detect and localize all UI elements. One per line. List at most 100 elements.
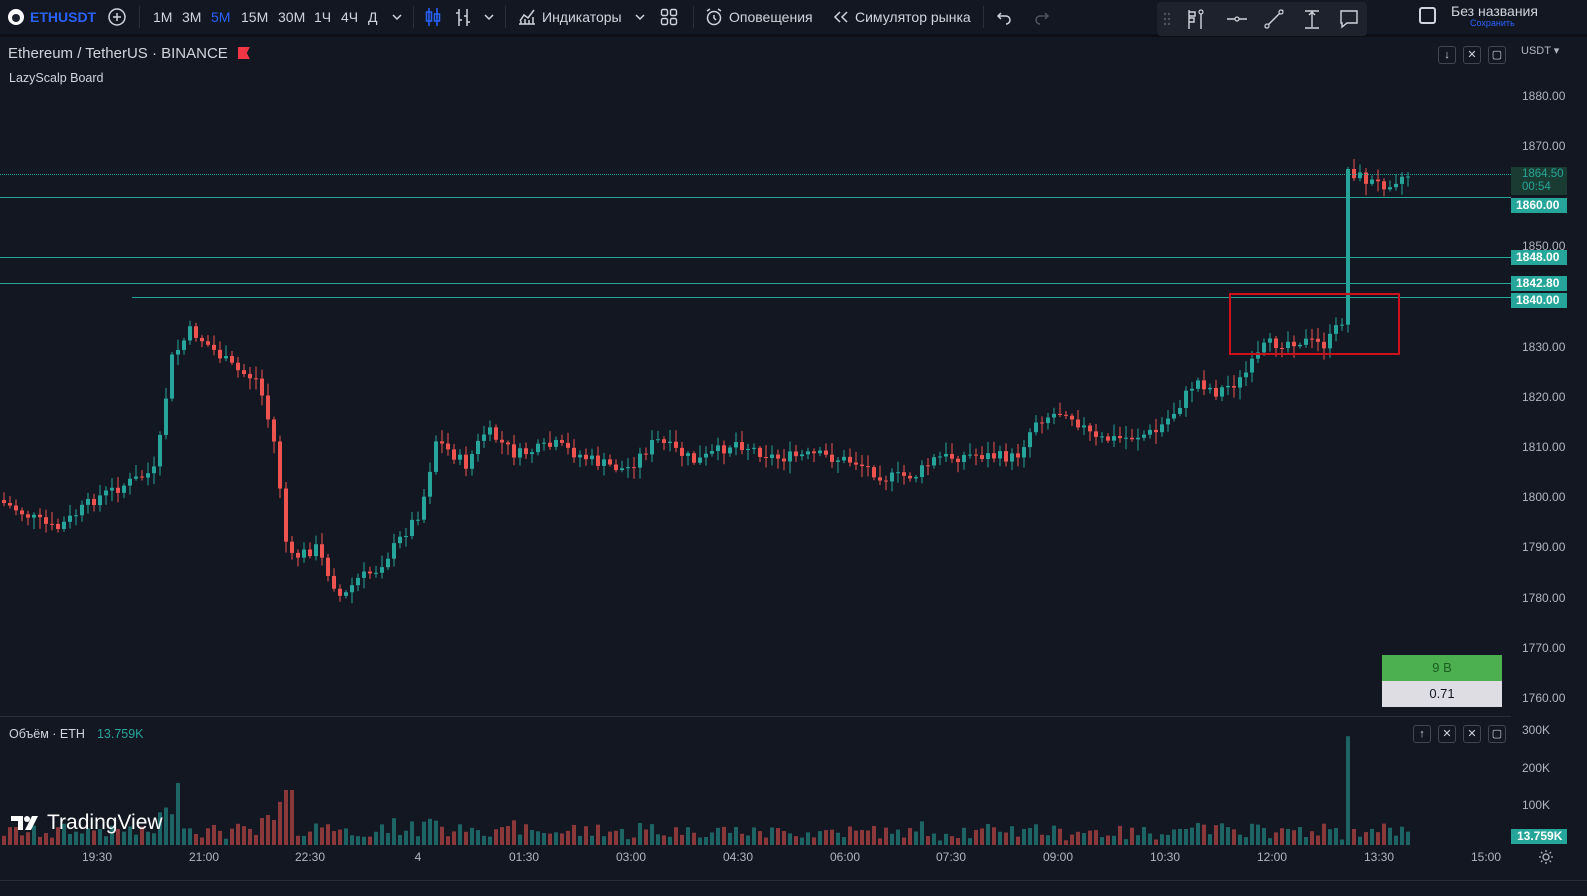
pane-divider[interactable] bbox=[0, 716, 1511, 717]
volume-bar bbox=[962, 827, 966, 845]
volume-bar bbox=[884, 827, 888, 845]
volume-bar bbox=[1100, 837, 1104, 845]
volume-bar bbox=[950, 836, 954, 845]
volume-tick: 200K bbox=[1522, 761, 1551, 775]
volume-bar bbox=[998, 831, 1002, 845]
candle-body bbox=[254, 378, 258, 380]
candle-body bbox=[662, 439, 666, 443]
candle-body bbox=[1010, 453, 1014, 462]
chart-settings-button[interactable] bbox=[1538, 849, 1554, 870]
collapse-pane-button[interactable]: ✕ bbox=[1463, 46, 1481, 64]
gear-icon bbox=[1539, 850, 1553, 864]
volume-bar bbox=[1046, 835, 1050, 845]
volume-bar bbox=[1340, 839, 1344, 845]
candle-body bbox=[680, 447, 684, 456]
remove-pane-button[interactable]: ✕ bbox=[1438, 725, 1456, 743]
candle-body bbox=[1382, 181, 1386, 190]
move-up-button[interactable]: ↑ bbox=[1413, 725, 1431, 743]
volume-bar bbox=[506, 825, 510, 845]
volume-bar bbox=[782, 830, 786, 845]
highlight-rectangle[interactable] bbox=[1229, 293, 1400, 355]
volume-bar bbox=[1268, 838, 1272, 845]
collapse-pane-button[interactable]: ✕ bbox=[1463, 725, 1481, 743]
candle-body bbox=[1112, 436, 1116, 441]
volume-bar bbox=[734, 826, 738, 845]
volume-bar bbox=[716, 827, 720, 845]
level-badge: 1840.00 bbox=[1511, 293, 1567, 308]
volume-bar bbox=[1142, 826, 1146, 845]
candle-body bbox=[1160, 424, 1164, 433]
candle-body bbox=[1058, 413, 1062, 415]
volume-bar bbox=[452, 831, 456, 845]
candle-body bbox=[1016, 453, 1020, 458]
symbol-legend[interactable]: Ethereum / TetherUS · BINANCE bbox=[8, 45, 250, 62]
candle-body bbox=[122, 485, 126, 493]
volume-bar bbox=[1148, 833, 1152, 845]
maximize-pane-button[interactable]: ▢ bbox=[1488, 46, 1506, 64]
volume-bar bbox=[1106, 835, 1110, 845]
volume-bar bbox=[1388, 827, 1392, 845]
time-tick: 21:00 bbox=[188, 850, 220, 864]
volume-bar bbox=[470, 827, 474, 845]
volume-bar bbox=[596, 824, 600, 845]
currency-label: USDT bbox=[1521, 45, 1551, 57]
indicator-legend[interactable]: LazyScalp Board bbox=[9, 71, 104, 85]
candle-body bbox=[182, 340, 186, 350]
legend-title: Ethereum / TetherUS · BINANCE bbox=[8, 45, 228, 62]
candlestick-chart[interactable] bbox=[0, 0, 1587, 895]
volume-bar bbox=[656, 834, 660, 845]
candle-body bbox=[170, 354, 174, 399]
tradingview-logo[interactable]: TradingView bbox=[10, 811, 163, 835]
candle-body bbox=[626, 467, 630, 469]
candle-body bbox=[602, 459, 606, 466]
candle-body bbox=[224, 356, 228, 359]
volume-bar bbox=[674, 827, 678, 845]
volume-bar bbox=[1010, 826, 1014, 845]
arrow-down-icon: ↓ bbox=[1444, 49, 1450, 61]
volume-bar bbox=[1256, 824, 1260, 845]
candle-body bbox=[320, 544, 324, 558]
candle-body bbox=[194, 326, 198, 338]
close-icon: ✕ bbox=[1442, 728, 1452, 740]
level-line-1860[interactable] bbox=[0, 197, 1511, 198]
level-line-1842[interactable] bbox=[0, 283, 1511, 284]
price-tick: 1790.00 bbox=[1522, 540, 1566, 554]
candle-body bbox=[632, 467, 636, 469]
currency-selector[interactable]: USDT ▾ bbox=[1521, 44, 1559, 57]
volume-bar bbox=[302, 835, 306, 845]
volume-bar bbox=[434, 820, 438, 845]
candle-body bbox=[386, 558, 390, 568]
candle-body bbox=[1220, 387, 1224, 397]
time-tick: 13:30 bbox=[1363, 850, 1395, 864]
time-tick: 03:00 bbox=[615, 850, 647, 864]
candle-body bbox=[1034, 422, 1038, 433]
candle-body bbox=[8, 503, 12, 506]
volume-bar bbox=[578, 835, 582, 845]
volume-bar bbox=[1376, 832, 1380, 845]
candle-body bbox=[800, 454, 804, 457]
candle-body bbox=[842, 456, 846, 461]
price-tick: 1870.00 bbox=[1522, 139, 1566, 153]
candle-body bbox=[464, 454, 468, 469]
candle-body bbox=[830, 454, 834, 462]
candle-body bbox=[266, 395, 270, 420]
price-tick: 1780.00 bbox=[1522, 591, 1566, 605]
volume-bar bbox=[1082, 833, 1086, 845]
candle-body bbox=[506, 442, 510, 445]
time-tick: 06:00 bbox=[829, 850, 861, 864]
arrow-up-icon: ↑ bbox=[1419, 728, 1425, 740]
volume-bar bbox=[446, 836, 450, 845]
candle-body bbox=[1226, 385, 1230, 388]
volume-bar bbox=[500, 827, 504, 845]
volume-bar bbox=[194, 833, 198, 845]
maximize-pane-button[interactable]: ▢ bbox=[1488, 725, 1506, 743]
candle-body bbox=[1388, 187, 1392, 190]
volume-bar bbox=[176, 783, 180, 845]
volume-legend[interactable]: Объём · ETH 13.759K bbox=[9, 727, 144, 741]
level-line-1848[interactable] bbox=[0, 257, 1511, 258]
move-down-button[interactable]: ↓ bbox=[1438, 46, 1456, 64]
flag-icon[interactable] bbox=[237, 47, 250, 59]
candle-body bbox=[1148, 429, 1152, 435]
volume-bar bbox=[1214, 825, 1218, 845]
candle-body bbox=[32, 514, 36, 518]
